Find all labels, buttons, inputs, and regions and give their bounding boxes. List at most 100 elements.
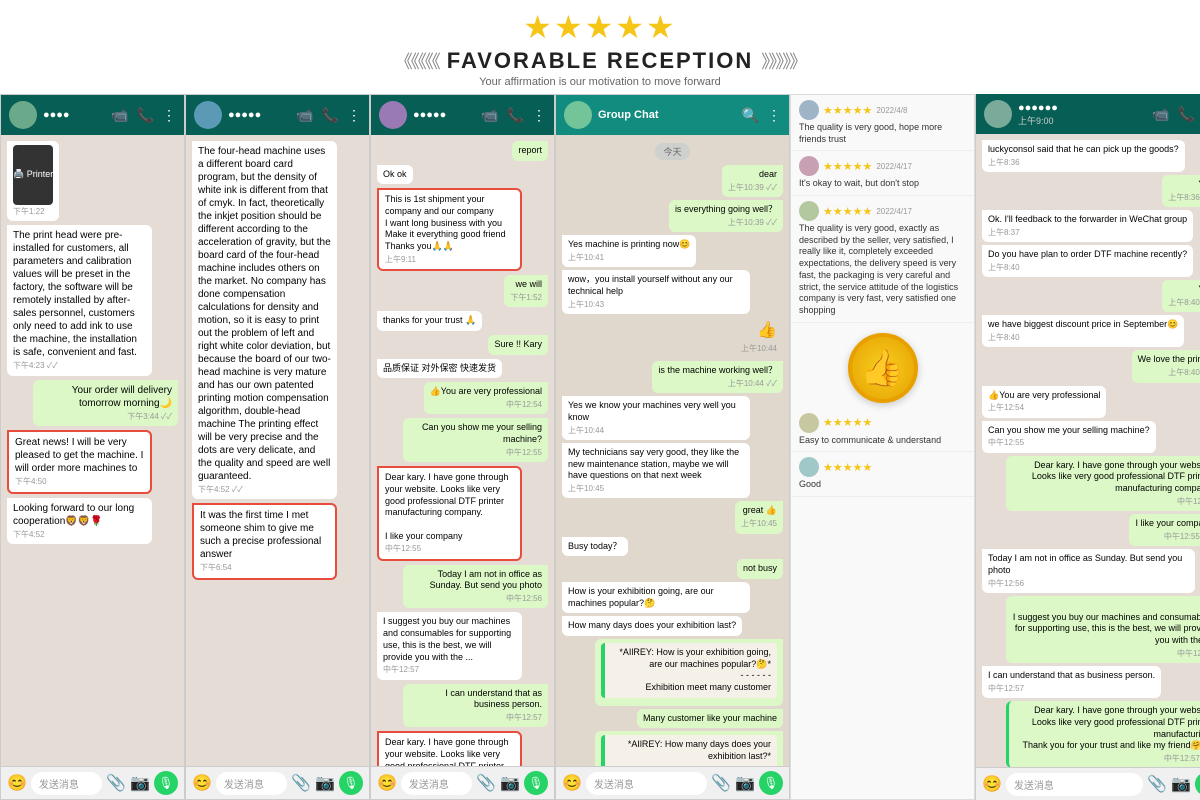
msg-4-6: is the machine working well？ 上午10:44 ✓✓ bbox=[652, 361, 783, 393]
attach-icon-4[interactable]: 📎 bbox=[711, 773, 731, 793]
thumbs-up-area: 👍 bbox=[791, 323, 974, 408]
msg-4-1: dear 上午10:39 ✓✓ bbox=[722, 165, 783, 197]
chat-panel-3: ●●●●● 📹 📞 ⋮ report Ok ok This is 1st shi… bbox=[370, 94, 555, 800]
chat-footer-1[interactable]: 😊 发送消息 📎 📷 🎙 bbox=[1, 766, 184, 799]
review-text-2: It's okay to wait, but don't stop bbox=[799, 178, 966, 190]
review-stars-2: ★★★★★ bbox=[823, 160, 872, 173]
send-button-4[interactable]: 🎙 bbox=[759, 771, 783, 795]
menu-icon[interactable]: ⋮ bbox=[162, 107, 176, 124]
send-button-2[interactable]: 🎙 bbox=[339, 771, 363, 795]
msg-r-8: 👍You are very professional 上午12:54 bbox=[982, 386, 1106, 418]
chat-panel-1: ●●●● 📹 📞 ⋮ 🖨️ Printer 下午1:22 The print h… bbox=[0, 94, 185, 800]
chat-footer-4[interactable]: 😊 发送消息 📎 📷 🎙 bbox=[556, 766, 789, 799]
video-icon-2[interactable]: 📹 bbox=[296, 107, 313, 124]
attach-icon-2[interactable]: 📎 bbox=[291, 773, 311, 793]
chat-icons-4[interactable]: 🔍 ⋮ bbox=[742, 107, 781, 124]
msg-3-6: 品质保证 对外保密 快速发货 bbox=[377, 359, 502, 379]
msg-r-3: Ok. I'll feedback to the forwarder in We… bbox=[982, 210, 1193, 242]
review-4: ★★★★★ Easy to communicate & understand bbox=[791, 408, 974, 453]
message-input-1[interactable]: 发送消息 bbox=[31, 772, 102, 795]
camera-icon-2[interactable]: 📷 bbox=[315, 773, 335, 793]
chat-body-2: The four-head machine uses a different b… bbox=[186, 135, 369, 766]
msg-4-9: great 👍 上午10:45 bbox=[735, 501, 783, 533]
chat-name-1: ●●●● bbox=[43, 109, 70, 121]
camera-icon-1[interactable]: 📷 bbox=[130, 773, 150, 793]
panel-right-icons[interactable]: 📹 📞 ⋮ bbox=[1152, 106, 1200, 123]
chat-header-1: ●●●● 📹 📞 ⋮ bbox=[1, 95, 184, 135]
chat-header-4: Group Chat 🔍 ⋮ bbox=[556, 95, 789, 135]
msg-4-14: *AIlREY: How is your exhibition going, a… bbox=[595, 639, 783, 706]
msg-r-9: Can you show me your selling machine? 中午… bbox=[982, 421, 1156, 453]
review-2: ★★★★★ 2022/4/17 It's okay to wait, but d… bbox=[791, 151, 974, 196]
attach-icon-1[interactable]: 📎 bbox=[106, 773, 126, 793]
call-icon[interactable]: 📞 bbox=[137, 107, 154, 124]
review-1: ★★★★★ 2022/4/8 The quality is very good,… bbox=[791, 95, 974, 151]
call-icon-2[interactable]: 📞 bbox=[322, 107, 339, 124]
video-icon[interactable]: 📹 bbox=[111, 107, 128, 124]
panel-right-status: 上午9:00 bbox=[1018, 114, 1146, 127]
menu-icon-4[interactable]: ⋮ bbox=[767, 107, 781, 124]
chat-footer-2[interactable]: 😊 发送消息 📎 📷 🎙 bbox=[186, 766, 369, 799]
chat-body-4: 今天 dear 上午10:39 ✓✓ is everything going w… bbox=[556, 135, 789, 766]
search-icon-4[interactable]: 🔍 bbox=[742, 107, 759, 124]
msg-3-12: I can understand that as business person… bbox=[403, 684, 548, 728]
camera-icon-4[interactable]: 📷 bbox=[735, 773, 755, 793]
chat-name-4: Group Chat bbox=[598, 109, 659, 121]
msg-4-8: My technicians say very good, they like … bbox=[562, 443, 750, 498]
msg-r-7-love-printer: We love the printer 上午8:40 ✓✓ bbox=[1132, 350, 1200, 382]
msg-1-2: Your order will delivery tomorrow mornin… bbox=[33, 380, 178, 426]
call-icon-3[interactable]: 📞 bbox=[507, 107, 524, 124]
msg-3-11: I suggest you buy our machines and consu… bbox=[377, 612, 522, 679]
panel-right-body: luckyconsol said that he can pick up the… bbox=[976, 134, 1200, 767]
review-stars-3: ★★★★★ bbox=[823, 205, 872, 218]
attach-icon-3[interactable]: 📎 bbox=[476, 773, 496, 793]
video-icon-right[interactable]: 📹 bbox=[1152, 106, 1169, 123]
attach-icon-right[interactable]: 📎 bbox=[1147, 774, 1167, 794]
chat-footer-3[interactable]: 😊 发送消息 📎 📷 🎙 bbox=[371, 766, 554, 799]
msg-1-1: The print head were pre-installed for cu… bbox=[7, 225, 152, 375]
printer-image: 🖨️ Printer bbox=[13, 145, 53, 205]
message-input-2[interactable]: 发送消息 bbox=[216, 772, 287, 795]
msg-4-11: not busy bbox=[737, 559, 783, 579]
msg-3-8: Can you show me your selling machine? 中午… bbox=[403, 418, 548, 462]
call-icon-right[interactable]: 📞 bbox=[1178, 106, 1195, 123]
emoji-icon-1[interactable]: 😊 bbox=[7, 773, 27, 793]
send-button-3[interactable]: 🎙 bbox=[524, 771, 548, 795]
emoji-icon-4[interactable]: 😊 bbox=[562, 773, 582, 793]
msg-3-5: Sure !! Kary bbox=[488, 335, 548, 355]
emoji-icon-right[interactable]: 😊 bbox=[982, 774, 1002, 794]
chat-icons-1[interactable]: 📹 📞 ⋮ bbox=[111, 107, 176, 124]
msg-4-3: Yes machine is printing now😊 上午10:41 bbox=[562, 235, 696, 267]
avatar-4 bbox=[564, 101, 592, 129]
review-date-2: 2022/4/17 bbox=[876, 162, 912, 171]
review-avatar-2 bbox=[799, 156, 819, 176]
panel-right: ●●●●●● 上午9:00 📹 📞 ⋮ luckyconsol said tha… bbox=[975, 94, 1200, 800]
panel-right-footer[interactable]: 😊 发送消息 📎 📷 🎙 bbox=[976, 767, 1200, 800]
camera-icon-3[interactable]: 📷 bbox=[500, 773, 520, 793]
review-stars-1: ★★★★★ bbox=[823, 104, 872, 117]
video-icon-3[interactable]: 📹 bbox=[481, 107, 498, 124]
msg-2-2-highlighted: It was the first time I met someone shim… bbox=[192, 503, 337, 579]
emoji-icon-2[interactable]: 😊 bbox=[192, 773, 212, 793]
msg-3-10: Today I am not in office as Sunday. But … bbox=[403, 565, 548, 609]
msg-r-15: Dear kary. I have gone through your webs… bbox=[1006, 701, 1200, 767]
msg-r-14: I can understand that as business person… bbox=[982, 666, 1161, 698]
menu-icon-2[interactable]: ⋮ bbox=[347, 107, 361, 124]
camera-icon-right[interactable]: 📷 bbox=[1171, 774, 1191, 794]
review-date-3: 2022/4/17 bbox=[876, 207, 912, 216]
msg-4-2: is everything going well？ 上午10:39 ✓✓ bbox=[669, 200, 783, 232]
review-text-4: Easy to communicate & understand bbox=[799, 435, 966, 447]
message-input-right[interactable]: 发送消息 bbox=[1006, 773, 1143, 796]
message-input-3[interactable]: 发送消息 bbox=[401, 772, 472, 795]
chat-header-3: ●●●●● 📹 📞 ⋮ bbox=[371, 95, 554, 135]
chat-icons-2[interactable]: 📹 📞 ⋮ bbox=[296, 107, 361, 124]
menu-icon-3[interactable]: ⋮ bbox=[532, 107, 546, 124]
send-button-right[interactable]: 🎙 bbox=[1195, 772, 1200, 796]
message-input-4[interactable]: 发送消息 bbox=[586, 772, 707, 795]
review-text-5: Good bbox=[799, 479, 966, 491]
emoji-icon-3[interactable]: 😊 bbox=[377, 773, 397, 793]
header-subtitle: Your affirmation is our motivation to mo… bbox=[0, 76, 1200, 88]
msg-3-2-highlighted: This is 1st shipment your company and ou… bbox=[377, 188, 522, 271]
chat-icons-3[interactable]: 📹 📞 ⋮ bbox=[481, 107, 546, 124]
send-button-1[interactable]: 🎙 bbox=[154, 771, 178, 795]
